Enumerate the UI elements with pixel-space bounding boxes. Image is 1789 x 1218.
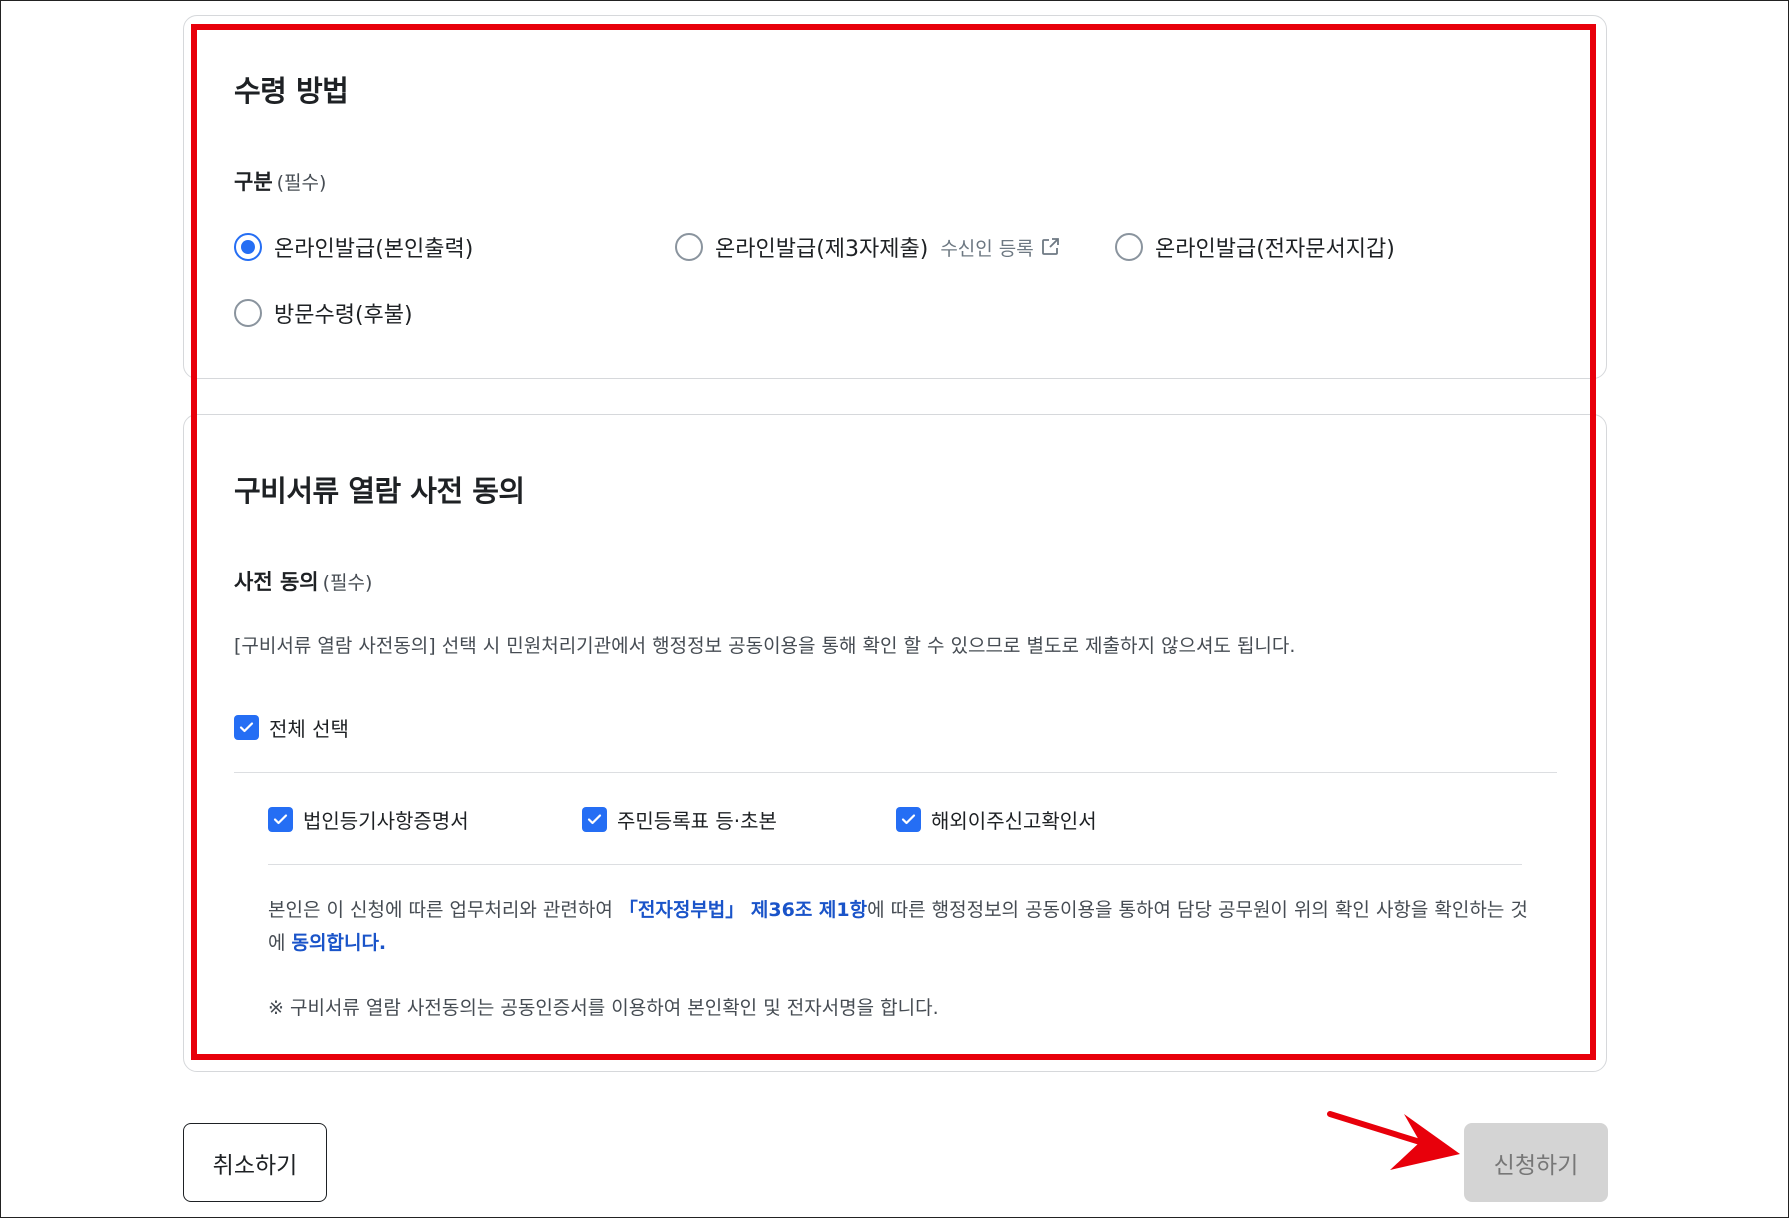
checkbox-checked-icon[interactable] xyxy=(896,807,921,832)
category-label: 구분 (필수) xyxy=(234,166,326,196)
check-icon xyxy=(587,814,602,825)
required-text: (필수) xyxy=(276,172,327,194)
cancel-button[interactable]: 취소하기 xyxy=(183,1123,327,1202)
checkbox-label: 법인등기사항증명서 xyxy=(303,809,469,833)
agreement-text: 본인은 이 신청에 따른 업무처리와 관련하여 「전자정부법」 제36조 제1항… xyxy=(268,894,1528,960)
required-text: (필수) xyxy=(322,572,373,594)
consent-note: ※ 구비서류 열람 사전동의는 공동인증서를 이용하여 본인확인 및 전자서명을… xyxy=(268,997,939,1019)
prior-consent-label-text: 사전 동의 xyxy=(234,570,319,594)
select-all-checkbox[interactable]: 전체 선택 xyxy=(234,713,349,742)
consent-description: [구비서류 열람 사전동의] 선택 시 민원처리기관에서 행정정보 공동이용을 … xyxy=(234,635,1296,657)
receive-method-title: 수령 방법 xyxy=(234,74,349,108)
select-all-label: 전체 선택 xyxy=(269,717,349,741)
radio-circle[interactable] xyxy=(234,299,262,327)
checkbox-emigration-report[interactable]: 해외이주신고확인서 xyxy=(896,805,1097,834)
radio-label: 온라인발급(본인출력) xyxy=(274,237,474,262)
agreement-part1: 본인은 이 신청에 따른 업무처리와 관련하여 xyxy=(268,899,619,921)
checkbox-label: 주민등록표 등·초본 xyxy=(617,809,777,833)
checkbox-label: 해외이주신고확인서 xyxy=(931,809,1097,833)
radio-online-self-print[interactable]: 온라인발급(본인출력) xyxy=(234,231,473,263)
agree-emphasis: 동의합니다. xyxy=(291,932,387,954)
external-link-icon xyxy=(1041,238,1059,255)
checkbox-checked-icon[interactable] xyxy=(234,715,259,740)
radio-online-e-wallet[interactable]: 온라인발급(전자문서지갑) xyxy=(1115,231,1395,263)
radio-label: 온라인발급(제3자제출) xyxy=(715,237,929,262)
checkbox-resident-registration[interactable]: 주민등록표 등·초본 xyxy=(582,805,777,834)
category-label-text: 구분 xyxy=(234,170,273,194)
check-icon xyxy=(239,722,254,733)
recipient-register-label: 수신인 등록 xyxy=(940,237,1034,260)
radio-visit-pickup[interactable]: 방문수령(후불) xyxy=(234,297,413,329)
recipient-register-link[interactable]: 수신인 등록 xyxy=(940,234,1059,261)
radio-circle[interactable] xyxy=(675,233,703,261)
checkbox-checked-icon[interactable] xyxy=(582,807,607,832)
document-consent-title: 구비서류 열람 사전 동의 xyxy=(234,474,525,508)
checkbox-corporate-registry[interactable]: 법인등기사항증명서 xyxy=(268,805,469,834)
divider xyxy=(234,772,1557,773)
radio-online-third-party[interactable]: 온라인발급(제3자제출) 수신인 등록 xyxy=(675,231,1060,263)
submit-button[interactable]: 신청하기 xyxy=(1464,1123,1608,1202)
document-consent-card xyxy=(183,414,1607,1072)
checkbox-checked-icon[interactable] xyxy=(268,807,293,832)
radio-label: 방문수령(후불) xyxy=(274,303,413,328)
divider xyxy=(268,864,1522,865)
annotation-arrow-icon xyxy=(1327,1111,1460,1170)
radio-circle-checked[interactable] xyxy=(234,233,262,261)
prior-consent-label: 사전 동의 (필수) xyxy=(234,566,372,596)
check-icon xyxy=(273,814,288,825)
radio-circle[interactable] xyxy=(1115,233,1143,261)
law-reference: 「전자정부법」 제36조 제1항 xyxy=(618,899,868,921)
radio-label: 온라인발급(전자문서지갑) xyxy=(1155,237,1395,262)
check-icon xyxy=(901,814,916,825)
